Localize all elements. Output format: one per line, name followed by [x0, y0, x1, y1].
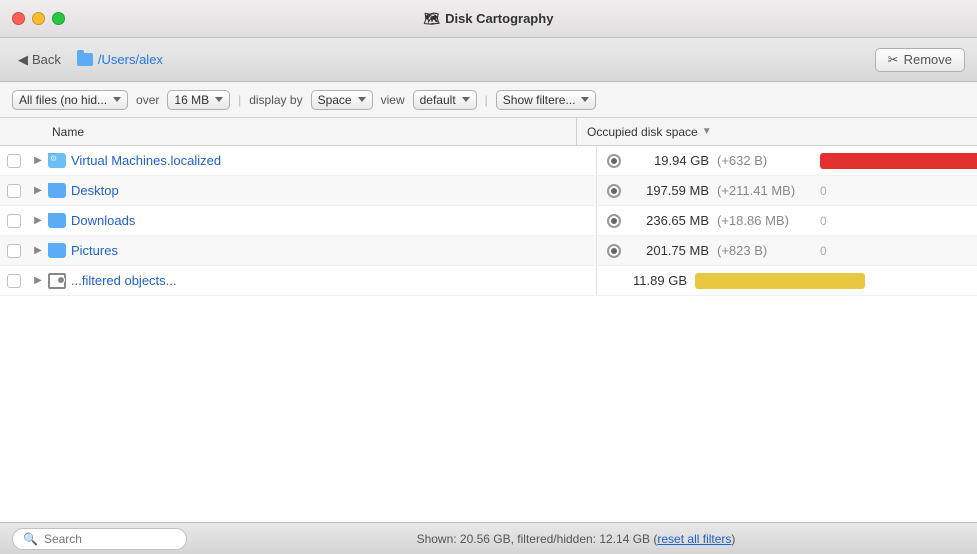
row-checkbox[interactable]	[0, 214, 28, 228]
file-size: 19.94 GB	[629, 153, 709, 168]
chevron-down-icon	[462, 97, 470, 102]
chevron-down-icon	[581, 97, 589, 102]
search-icon: 🔍	[23, 532, 38, 546]
folder-icon	[48, 153, 66, 168]
row-checkbox[interactable]	[0, 244, 28, 258]
status-text: Shown: 20.56 GB, filtered/hidden: 12.14 …	[187, 532, 965, 546]
col-disk-header[interactable]: Occupied disk space ▼	[577, 125, 957, 139]
app-icon: 🗺	[424, 11, 441, 27]
view-label: view	[381, 93, 405, 107]
disk-bar	[695, 273, 865, 289]
row-expand[interactable]: ▶	[28, 185, 48, 196]
divider: |	[485, 93, 488, 107]
row-name: Downloads	[48, 213, 596, 228]
display-filter-select[interactable]: Space	[311, 90, 373, 110]
folder-icon	[48, 183, 66, 198]
window-title: 🗺 Disk Cartography	[424, 11, 554, 27]
zero-indicator: 0	[820, 184, 827, 198]
file-size: 201.75 MB	[629, 243, 709, 258]
folder-icon	[48, 213, 66, 228]
radio-indicator	[607, 214, 621, 228]
remove-button[interactable]: ✂ Remove	[875, 48, 965, 72]
titlebar: 🗺 Disk Cartography	[0, 0, 977, 38]
back-button[interactable]: ◀ Back	[12, 49, 67, 71]
size-filter-select[interactable]: 16 MB	[167, 90, 230, 110]
file-name: ...filtered objects...	[71, 273, 177, 288]
radio-indicator	[607, 184, 621, 198]
search-box[interactable]: 🔍	[12, 528, 187, 550]
file-size: 236.65 MB	[629, 213, 709, 228]
show-filter-select[interactable]: Show filtere...	[496, 90, 597, 110]
row-name: Pictures	[48, 243, 596, 258]
chevron-down-icon	[113, 97, 121, 102]
row-disk-space: 236.65 MB (+18.86 MB) 0	[597, 213, 977, 228]
disk-bar-container	[695, 273, 977, 289]
row-disk-space: 19.94 GB (+632 B)	[597, 153, 977, 169]
column-headers: Name Occupied disk space ▼	[0, 118, 977, 146]
table-row[interactable]: ▶ Downloads 236.65 MB (+18.86 MB) 0	[0, 206, 977, 236]
file-delta: (+18.86 MB)	[717, 213, 812, 228]
folder-icon	[77, 53, 93, 66]
file-size: 197.59 MB	[629, 183, 709, 198]
filterbar: All files (no hid... over 16 MB | displa…	[0, 82, 977, 118]
row-expand[interactable]: ▶	[28, 245, 48, 256]
col-name-header[interactable]: Name	[48, 125, 576, 139]
file-size: 11.89 GB	[607, 273, 687, 288]
table-row[interactable]: ▶ Desktop 197.59 MB (+211.41 MB) 0	[0, 176, 977, 206]
path-indicator: /Users/alex	[77, 52, 865, 67]
row-name: Virtual Machines.localized	[48, 153, 596, 168]
radio-indicator	[607, 154, 621, 168]
row-name: Desktop	[48, 183, 596, 198]
row-expand[interactable]: ▶	[28, 275, 48, 286]
disk-bar-container	[820, 153, 977, 169]
file-filter-select[interactable]: All files (no hid...	[12, 90, 128, 110]
row-disk-space: 201.75 MB (+823 B) 0	[597, 243, 977, 258]
row-disk-space: 11.89 GB	[597, 273, 977, 289]
row-checkbox[interactable]	[0, 184, 28, 198]
row-expand[interactable]: ▶	[28, 155, 48, 166]
file-name: Desktop	[71, 183, 119, 198]
sort-icon: ▼	[702, 126, 712, 137]
chevron-down-icon	[358, 97, 366, 102]
row-expand[interactable]: ▶	[28, 215, 48, 226]
reset-filters-link[interactable]: reset all filters	[657, 532, 731, 546]
zero-indicator: 0	[820, 244, 827, 258]
file-name: Virtual Machines.localized	[71, 153, 221, 168]
table-row[interactable]: ▶ ...filtered objects... 11.89 GB	[0, 266, 977, 296]
maximize-button[interactable]	[52, 12, 65, 25]
file-delta: (+823 B)	[717, 243, 812, 258]
zero-indicator: 0	[820, 214, 827, 228]
statusbar: 🔍 Shown: 20.56 GB, filtered/hidden: 12.1…	[0, 522, 977, 554]
close-button[interactable]	[12, 12, 25, 25]
row-disk-space: 197.59 MB (+211.41 MB) 0	[597, 183, 977, 198]
radio-indicator	[607, 244, 621, 258]
file-name: Pictures	[71, 243, 118, 258]
row-checkbox[interactable]	[0, 274, 28, 288]
back-icon: ◀	[18, 52, 28, 68]
remove-icon: ✂	[888, 52, 899, 68]
file-delta: (+211.41 MB)	[717, 183, 812, 198]
folder-icon	[48, 243, 66, 258]
divider: |	[238, 93, 241, 107]
file-delta: (+632 B)	[717, 153, 812, 168]
minimize-button[interactable]	[32, 12, 45, 25]
table-row[interactable]: ▶ Pictures 201.75 MB (+823 B) 0	[0, 236, 977, 266]
file-list: ▶ Virtual Machines.localized 19.94 GB (+632…	[0, 146, 977, 522]
table-row[interactable]: ▶ Virtual Machines.localized 19.94 GB (+632…	[0, 146, 977, 176]
display-by-label: display by	[249, 93, 302, 107]
search-input[interactable]	[44, 532, 176, 546]
view-filter-select[interactable]: default	[413, 90, 477, 110]
traffic-lights	[12, 12, 65, 25]
filtered-icon	[48, 273, 66, 289]
disk-bar	[820, 153, 977, 169]
file-name: Downloads	[71, 213, 135, 228]
toolbar: ◀ Back /Users/alex ✂ Remove	[0, 38, 977, 82]
over-label: over	[136, 93, 159, 107]
row-name: ...filtered objects...	[48, 273, 596, 289]
row-checkbox[interactable]	[0, 154, 28, 168]
chevron-down-icon	[215, 97, 223, 102]
